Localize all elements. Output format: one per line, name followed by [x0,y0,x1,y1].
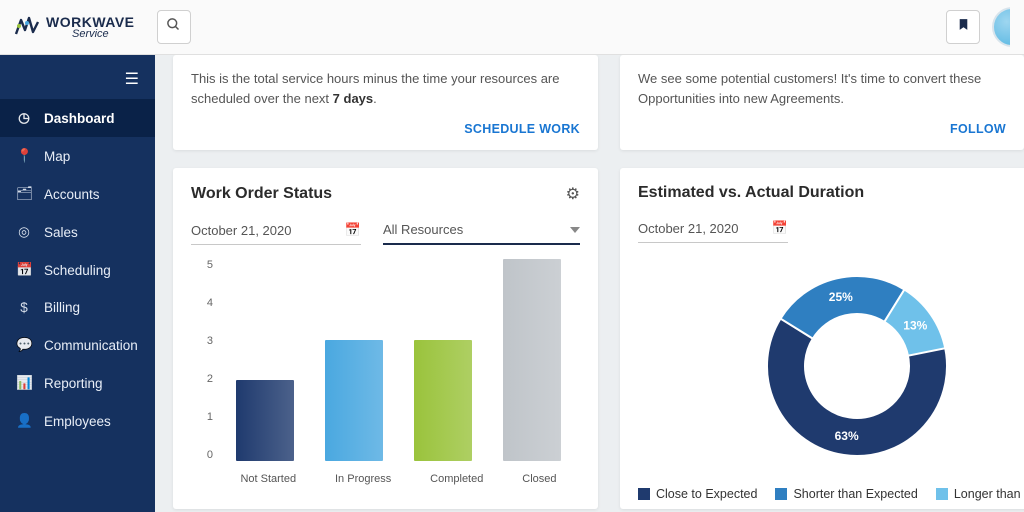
resource-filter[interactable]: All Resources [383,218,580,245]
topbar: WORKWAVE Service [0,0,1024,55]
legend-longer: Longer than Expected [936,487,1024,501]
bar [414,340,472,461]
sidebar-toggle[interactable]: ☰ [0,65,155,99]
sidebar-item-label: Map [44,149,70,164]
sidebar-item-communication[interactable]: 💬 Communication [0,326,155,364]
bookmark-button[interactable] [946,10,980,44]
card-title: Estimated vs. Actual Duration [638,184,864,202]
chat-icon: 💬 [16,337,32,353]
search-icon [166,17,181,37]
card-text: This is the total service hours minus th… [191,69,580,108]
sidebar-item-scheduling[interactable]: 📅 Scheduling [0,251,155,289]
sidebar-item-billing[interactable]: $ Billing [0,289,155,326]
sidebar-item-label: Scheduling [44,263,111,278]
sidebar-item-label: Sales [44,225,78,240]
schedule-work-link[interactable]: SCHEDULE WORK [191,108,580,136]
legend-close: Close to Expected [638,487,757,501]
sidebar-item-accounts[interactable]: 🗂 Accounts [0,175,155,213]
search-button[interactable] [157,10,191,44]
map-pin-icon: 📍 [16,148,32,164]
card-work-order-status: Work Order Status ⚙ October 21, 2020 📅 A… [173,168,598,509]
sidebar-item-label: Reporting [44,376,103,391]
gear-icon: ⚙ [566,186,580,203]
avatar-partial[interactable] [992,7,1010,47]
sidebar-item-label: Dashboard [44,111,115,126]
hamburger-icon: ☰ [125,71,139,88]
bar [236,380,294,461]
svg-text:13%: 13% [903,318,927,332]
donut-legend: Close to Expected Shorter than Expected … [638,487,1024,501]
brand-word: WORKWAVE [46,15,135,29]
sidebar-item-employees[interactable]: 👤 Employees [0,402,155,440]
chevron-down-icon [570,227,580,233]
bar-chart-icon: 📊 [16,375,32,391]
date-value: October 21, 2020 [191,223,291,238]
bookmark-icon [957,17,970,37]
sidebar-item-label: Communication [44,338,138,353]
bar [325,340,383,461]
follow-link[interactable]: FOLLOW [638,108,1006,136]
card-duration: Estimated vs. Actual Duration October 21… [620,168,1024,509]
card-service-hours: This is the total service hours minus th… [173,55,598,150]
card-title: Work Order Status [191,185,332,203]
card-opportunities: We see some potential customers! It's ti… [620,55,1024,150]
bar-chart: 543210 Not StartedIn ProgressCompletedCl… [191,259,580,489]
date-filter[interactable]: October 21, 2020 📅 [191,218,361,245]
logo-mark-icon [14,14,40,40]
sidebar-item-label: Billing [44,300,80,315]
sidebar-item-label: Employees [44,414,111,429]
legend-shorter: Shorter than Expected [775,487,917,501]
date-value: October 21, 2020 [638,221,738,236]
brand-logo: WORKWAVE Service [14,14,135,40]
resource-value: All Resources [383,222,463,237]
date-filter[interactable]: October 21, 2020 📅 [638,216,788,243]
sidebar-item-dashboard[interactable]: ◷ Dashboard [0,99,155,137]
sidebar-item-map[interactable]: 📍 Map [0,137,155,175]
calendar-icon: 📅 [16,262,32,278]
accounts-icon: 🗂 [16,186,32,202]
card-text: We see some potential customers! It's ti… [638,69,1006,108]
sidebar-item-label: Accounts [44,187,100,202]
svg-text:63%: 63% [835,429,859,443]
bar [503,259,561,461]
sidebar-item-sales[interactable]: ◎ Sales [0,213,155,251]
donut-chart: 63% 25% 13% [638,261,1024,471]
sidebar-item-reporting[interactable]: 📊 Reporting [0,364,155,402]
target-icon: ◎ [16,224,32,240]
person-icon: 👤 [16,413,32,429]
calendar-icon: 📅 [345,222,361,238]
dollar-icon: $ [16,300,32,315]
calendar-icon: 📅 [772,220,788,236]
main-content: This is the total service hours minus th… [155,55,1024,512]
dashboard-icon: ◷ [16,110,32,126]
svg-text:25%: 25% [829,290,853,304]
brand-subtitle: Service [46,29,135,40]
card-settings-button[interactable]: ⚙ [566,184,580,204]
sidebar: ☰ ◷ Dashboard 📍 Map 🗂 Accounts ◎ Sales 📅 Sche… [0,55,155,512]
